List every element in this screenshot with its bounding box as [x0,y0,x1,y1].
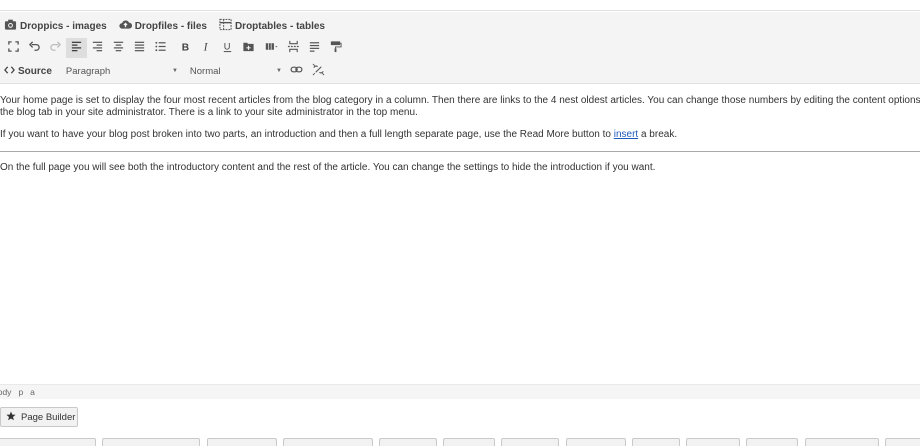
table-icon [219,18,232,34]
underline-icon: U [221,40,234,56]
align-left-button[interactable] [66,38,87,58]
italic-icon: I [200,40,213,56]
undo-icon [28,40,41,56]
paragraph-3: On the full page you will see both the i… [0,162,656,173]
editor-toolbar: Droppics - images Dropfiles - files Drop… [0,12,920,84]
page-builder-label: Page Builder [21,411,76,423]
align-left-icon [70,40,83,56]
cloud-upload-icon [119,18,132,34]
fullscreen-icon [7,40,20,56]
undo-button[interactable] [24,38,45,58]
extension-button[interactable] [805,438,879,446]
insert-link[interactable]: insert [614,129,638,140]
page-builder-button[interactable]: Page Builder [0,407,78,427]
chevron-down-icon: ▼ [171,68,178,74]
code-icon [4,65,15,78]
insert-media-button[interactable] [238,38,259,58]
element-path-bar: body p a [0,384,920,399]
align-right-icon [91,40,104,56]
svg-text:B: B [182,43,189,53]
table-insert-button[interactable] [259,38,283,58]
paragraph-1-line-2: the blog tab in your site administrator.… [0,107,418,118]
svg-text:U: U [224,41,231,51]
extension-button[interactable] [443,438,495,446]
link-button[interactable] [286,61,308,81]
align-right-button[interactable] [87,38,108,58]
plugin-buttons-row: Droppics - images Dropfiles - files Drop… [4,17,325,35]
fullscreen-button[interactable] [3,38,24,58]
format-painter-icon [329,40,342,56]
path-a[interactable]: a [30,387,35,397]
link-icon [290,63,303,79]
dropfiles-label: Dropfiles - files [134,20,207,32]
extension-button[interactable] [379,438,437,446]
extension-button[interactable] [283,438,373,446]
italic-button[interactable]: I [196,38,217,58]
paragraph-2: If you want to have your blog post broke… [0,129,677,141]
extension-button[interactable] [686,438,740,446]
extension-button[interactable] [207,438,277,446]
format-select[interactable]: Paragraph ▼ [62,63,182,79]
source-button[interactable]: Source [4,65,52,78]
extension-button[interactable] [885,438,920,446]
align-justify-button[interactable] [129,38,150,58]
style-select-value: Normal [189,65,221,77]
extension-button[interactable] [0,438,96,446]
extension-button[interactable] [632,438,680,446]
droptables-button[interactable]: Droptables - tables [219,18,325,34]
extension-button[interactable] [102,438,200,446]
svg-text:I: I [203,42,209,53]
unlink-button[interactable] [308,61,330,81]
page-break-icon [287,40,300,56]
align-center-button[interactable] [108,38,129,58]
top-strip [0,0,920,11]
star-icon [6,411,16,424]
page-break-button[interactable] [283,38,304,58]
paragraph-1-line-1: Your home page is set to display the fou… [0,95,920,106]
paragraph-2-text: If you want to have your blog post broke… [0,129,614,140]
align-justify-icon [133,40,146,56]
editor-content-area[interactable]: Your home page is set to display the fou… [0,85,920,384]
droptables-label: Droptables - tables [234,20,325,32]
paragraph-2-end: a break. [638,129,678,140]
format-select-value: Paragraph [65,65,111,77]
bold-button[interactable]: B [175,38,196,58]
bold-icon: B [179,40,192,56]
extension-button[interactable] [566,438,626,446]
droppics-button[interactable]: Droppics - images [4,18,107,34]
redo-icon [49,40,62,56]
paragraph-button[interactable] [304,38,325,58]
source-label: Source [18,65,52,77]
redo-button[interactable] [45,38,66,58]
paragraph-icon [308,40,321,56]
dropfiles-button[interactable]: Dropfiles - files [119,18,207,34]
camera-icon [4,18,17,34]
formatting-toolbar: B I U [3,38,346,58]
insert-media-icon [242,40,255,56]
path-p[interactable]: p [18,387,23,397]
bullet-list-icon [154,40,167,56]
editor-extension-buttons-row [0,438,920,446]
style-select[interactable]: Normal ▼ [186,63,286,79]
path-body[interactable]: body [0,387,11,397]
align-center-icon [112,40,125,56]
underline-button[interactable]: U [217,38,238,58]
extension-button[interactable] [746,438,798,446]
droppics-label: Droppics - images [20,20,107,32]
format-painter-button[interactable] [325,38,346,58]
extension-button[interactable] [501,438,559,446]
format-row: Source Paragraph ▼ Normal ▼ [4,62,330,80]
unlink-icon [312,63,325,79]
bullet-list-button[interactable] [150,38,171,58]
readmore-separator [0,151,920,152]
chevron-down-icon: ▼ [275,68,282,74]
table-insert-icon [265,40,278,56]
